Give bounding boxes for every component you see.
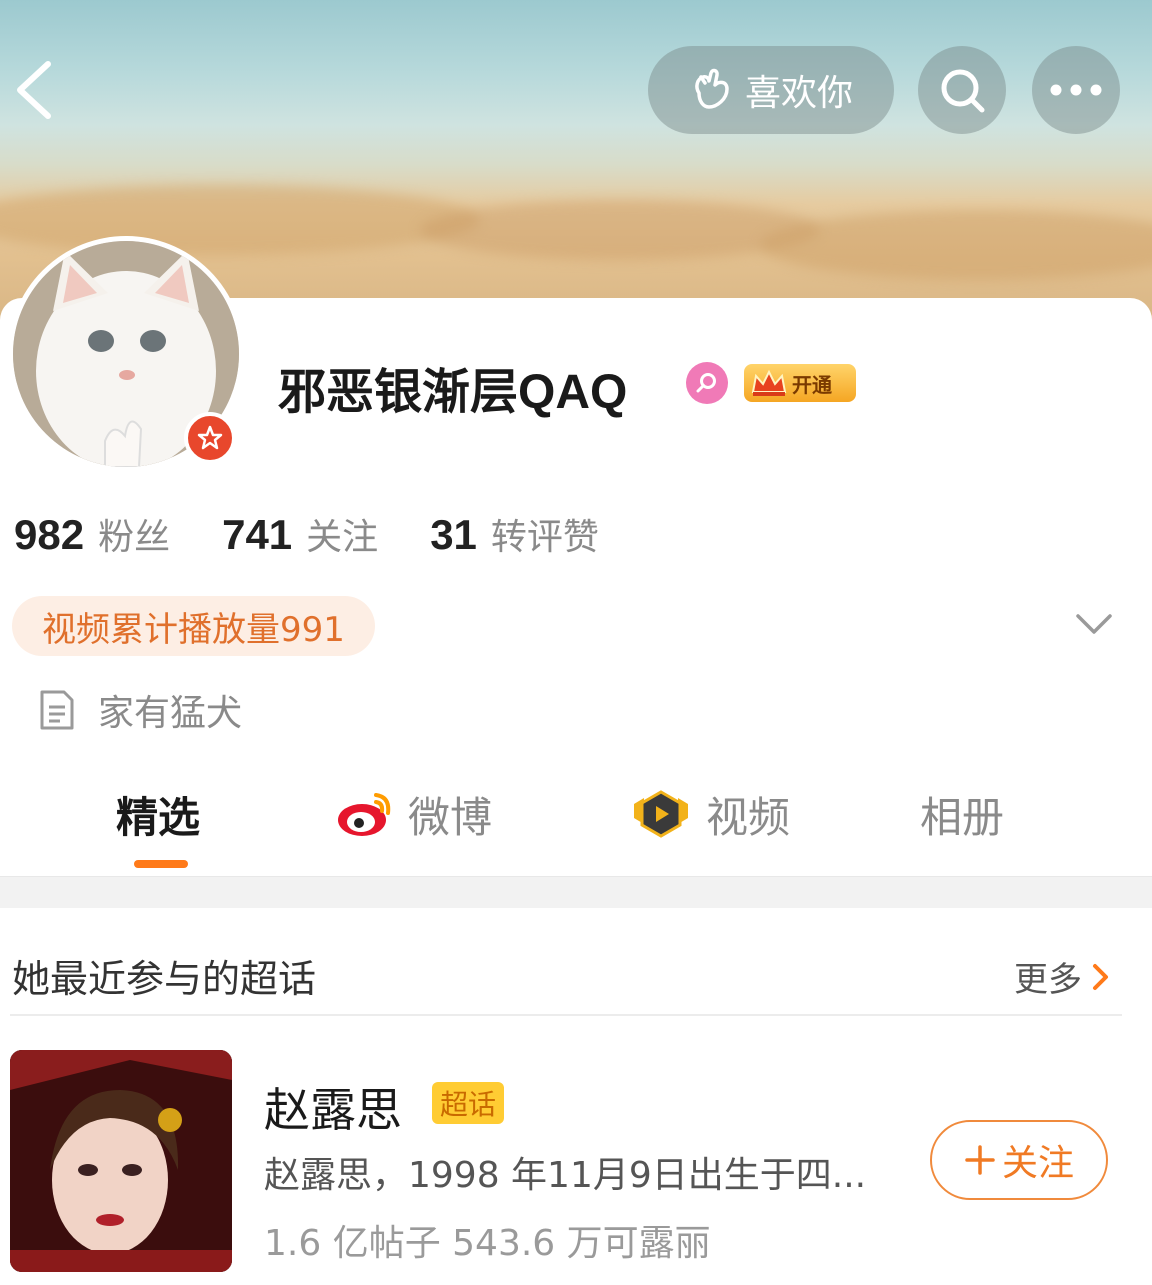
stat-label: 转评赞 <box>490 517 599 558</box>
bio: 家有猛犬 <box>38 684 242 736</box>
vip-open-label: 开通 <box>792 372 832 397</box>
chevron-down-icon <box>1076 614 1112 634</box>
heart-hand-icon <box>695 68 729 109</box>
stat-label: 关注 <box>306 517 379 558</box>
tab-label: 视频 <box>706 792 791 842</box>
more-link[interactable]: 更多 <box>1014 952 1110 1001</box>
stat-number: 741 <box>222 511 293 558</box>
topic-thumbnail <box>10 1050 232 1272</box>
super-topic-section-header: 她最近参与的超话 更多 <box>0 908 1152 1016</box>
topic-thumbnail-image <box>10 1050 232 1272</box>
female-icon <box>686 362 728 404</box>
topic-stats: 1.6 亿帖子 543.6 万可露丽 <box>264 1223 711 1264</box>
profile-tabs: 精选 微博 视频 相册 <box>0 782 1152 872</box>
tab-weibo[interactable]: 微博 <box>336 782 492 846</box>
document-icon <box>40 690 74 730</box>
crown-icon <box>751 369 787 396</box>
stat-number: 31 <box>430 511 477 558</box>
star-icon <box>197 425 223 450</box>
tab-video[interactable]: 视频 <box>630 782 790 846</box>
stat-fans[interactable]: 982 粉丝 <box>14 508 170 560</box>
stat-label: 粉丝 <box>98 517 171 558</box>
ellipsis-icon <box>1050 84 1102 96</box>
super-topic-item[interactable]: 赵露思 超话 赵露思，1998 年11月9日出生于四... 1.6 亿帖子 54… <box>0 1046 1152 1282</box>
more-label: 更多 <box>1014 960 1082 1000</box>
tab-album[interactable]: 相册 <box>920 782 1004 846</box>
follow-label: 关注 <box>1001 1143 1074 1184</box>
tab-label: 微博 <box>408 792 493 842</box>
verified-badge <box>184 412 236 464</box>
video-plays-pill[interactable]: 视频累计播放量991 <box>12 596 375 656</box>
divider <box>10 1014 1122 1016</box>
tab-label: 精选 <box>116 792 201 842</box>
chevron-left-icon <box>17 61 51 119</box>
search-button[interactable] <box>918 46 1006 134</box>
stat-interactions[interactable]: 31 转评赞 <box>430 508 599 560</box>
profile-stats: 982 粉丝 741 关注 31 转评赞 <box>14 508 651 560</box>
tab-label: 相册 <box>920 792 1005 842</box>
bio-text: 家有猛犬 <box>98 693 243 734</box>
chevron-right-icon <box>1093 963 1108 990</box>
section-title: 她最近参与的超话 <box>12 957 317 1001</box>
video-icon <box>634 790 688 838</box>
like-you-label: 喜欢你 <box>744 73 853 114</box>
tab-featured[interactable]: 精选 <box>116 782 200 846</box>
follow-button[interactable]: 关注 <box>930 1120 1108 1200</box>
stat-following[interactable]: 741 关注 <box>222 508 378 560</box>
super-topic-tag: 超话 <box>432 1082 505 1124</box>
plus-icon <box>965 1145 995 1175</box>
active-tab-indicator <box>134 860 188 868</box>
like-you-button[interactable]: 喜欢你 <box>648 46 894 134</box>
more-options-button[interactable] <box>1032 46 1120 134</box>
search-icon <box>941 69 985 113</box>
profile-name: 邪恶银渐层QAQ <box>278 366 628 419</box>
topic-name: 赵露思 <box>264 1083 402 1137</box>
vip-open-badge[interactable]: 开通 <box>744 364 856 402</box>
weibo-icon <box>338 793 391 836</box>
topic-description: 赵露思，1998 年11月9日出生于四... <box>264 1155 867 1196</box>
back-button[interactable] <box>10 58 66 122</box>
section-divider <box>0 876 1152 908</box>
stat-number: 982 <box>14 511 85 558</box>
expand-button[interactable] <box>1072 606 1116 642</box>
